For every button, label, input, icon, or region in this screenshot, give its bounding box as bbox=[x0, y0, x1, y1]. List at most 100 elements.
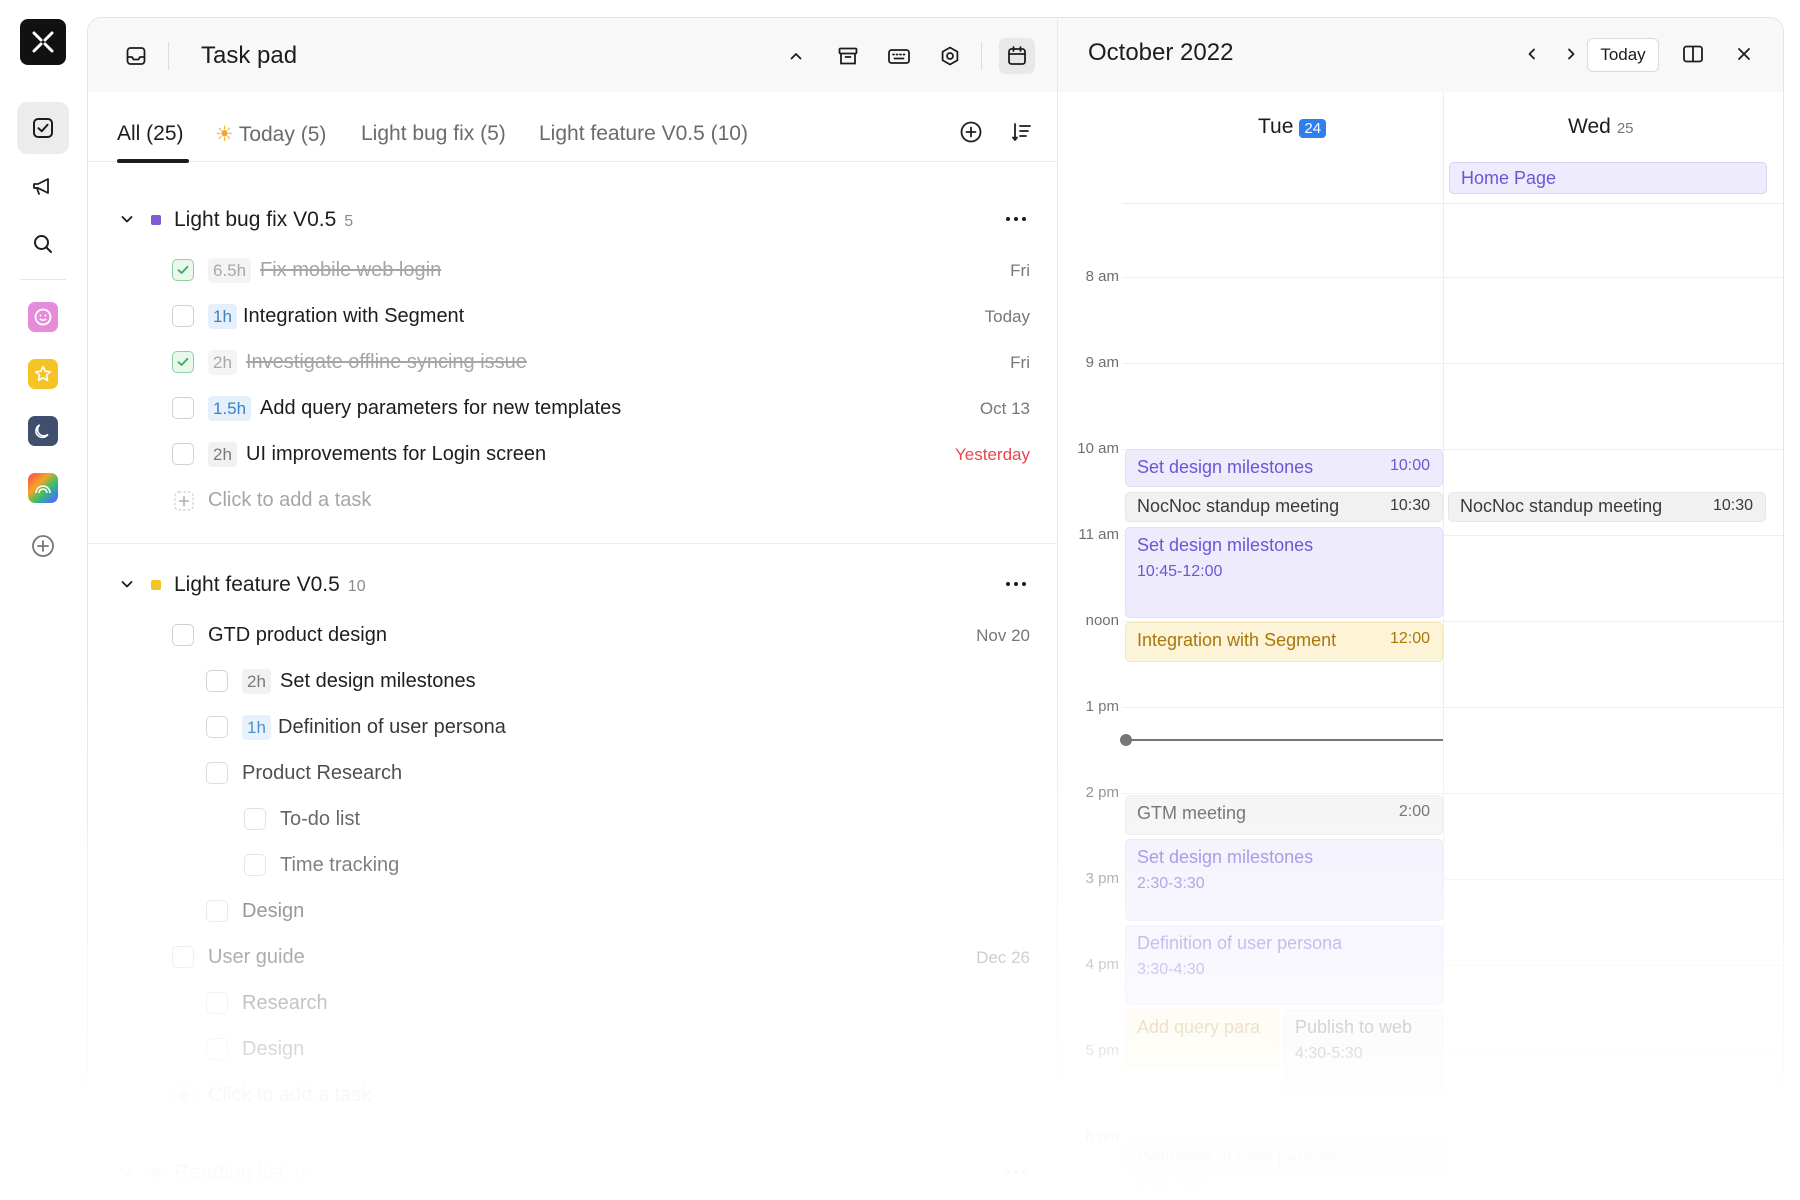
task-row[interactable]: 1.5h Add query parameters for new templa… bbox=[88, 388, 1057, 428]
keyboard-icon[interactable] bbox=[881, 38, 917, 74]
subtask-row[interactable]: 2h Set design milestones bbox=[88, 661, 1057, 701]
task-title[interactable]: Time tracking bbox=[280, 854, 399, 877]
task-title[interactable]: Product Research bbox=[242, 762, 402, 785]
task-row[interactable]: 2h UI improvements for Login screen Yest… bbox=[88, 434, 1057, 474]
task-title[interactable]: UI improvements for Login screen bbox=[246, 443, 546, 466]
task-title[interactable]: Set design milestones bbox=[280, 670, 476, 693]
task-checkbox[interactable] bbox=[206, 900, 228, 922]
task-checkbox[interactable] bbox=[172, 305, 194, 327]
inbox-icon[interactable] bbox=[118, 38, 154, 74]
tab-light-bug-fix[interactable]: Light bug fix (5) bbox=[361, 122, 506, 146]
chevron-down-icon[interactable] bbox=[118, 575, 136, 593]
subtask-row[interactable]: Research bbox=[88, 983, 1057, 1023]
task-checkbox[interactable] bbox=[206, 716, 228, 738]
calendar-event[interactable]: Definition of user persona 3:30-4:30 bbox=[1125, 925, 1443, 1005]
more-icon[interactable] bbox=[1001, 569, 1031, 599]
task-title[interactable]: Add query parameters for new templates bbox=[260, 397, 621, 420]
calendar-event[interactable]: Set design milestones 2:30-3:30 bbox=[1125, 839, 1443, 921]
day-label: Tue 24 bbox=[1258, 115, 1327, 139]
today-button[interactable]: Today bbox=[1587, 38, 1659, 72]
task-title[interactable]: Fix mobile web login bbox=[260, 259, 441, 282]
more-icon[interactable] bbox=[1001, 204, 1031, 234]
calendar-event[interactable]: Set design milestones 10:45-12:00 bbox=[1125, 527, 1443, 618]
task-checkbox[interactable] bbox=[206, 762, 228, 784]
task-title[interactable]: GTD product design bbox=[208, 624, 387, 647]
task-checkbox[interactable] bbox=[172, 259, 194, 281]
app-logo[interactable] bbox=[20, 19, 66, 65]
tab-all[interactable]: All (25) bbox=[117, 122, 184, 146]
rainbow-app-icon[interactable] bbox=[28, 473, 58, 503]
task-checkbox[interactable] bbox=[172, 351, 194, 373]
task-row[interactable]: User guide Dec 26 bbox=[88, 937, 1057, 977]
subtask-row[interactable]: Design bbox=[88, 891, 1057, 931]
task-row[interactable]: 2h Investigate offline syncing issue Fri bbox=[88, 342, 1057, 382]
archive-icon[interactable] bbox=[830, 38, 866, 74]
group-header-light-bug-fix[interactable]: Light bug fix V0.5 5 bbox=[88, 200, 1057, 240]
task-row[interactable]: 6.5h Fix mobile web login Fri bbox=[88, 250, 1057, 290]
task-checkbox[interactable] bbox=[172, 443, 194, 465]
add-task-row[interactable]: Click to add a task bbox=[88, 1075, 1057, 1115]
group-header-light-feature[interactable]: Light feature V0.5 10 bbox=[88, 565, 1057, 605]
tab-light-feature[interactable]: Light feature V0.5 (10) bbox=[539, 122, 748, 146]
sort-list-icon[interactable] bbox=[1006, 116, 1038, 148]
calendar-event[interactable]: Publish to web 4:30-5:30 bbox=[1283, 1009, 1443, 1095]
chevron-down-icon[interactable] bbox=[118, 210, 136, 228]
task-icon[interactable] bbox=[17, 102, 69, 154]
search-icon[interactable] bbox=[17, 218, 69, 270]
smiley-app-icon[interactable] bbox=[28, 302, 58, 332]
task-checkbox[interactable] bbox=[244, 808, 266, 830]
star-app-icon[interactable] bbox=[28, 359, 58, 389]
calendar-event[interactable]: Add query para bbox=[1125, 1009, 1279, 1069]
calendar-event[interactable]: Definition of user persona 6:00-7:00 bbox=[1125, 1140, 1443, 1200]
task-checkbox[interactable] bbox=[172, 397, 194, 419]
subtask-row[interactable]: Product Research bbox=[88, 753, 1057, 793]
more-icon[interactable] bbox=[1001, 1157, 1031, 1187]
chevron-down-icon[interactable] bbox=[118, 1163, 136, 1181]
split-view-icon[interactable] bbox=[1677, 38, 1709, 70]
hour-label: 10 am bbox=[1077, 440, 1119, 457]
chevron-left-icon[interactable] bbox=[1516, 38, 1548, 70]
subtask-row[interactable]: 1h Definition of user persona bbox=[88, 707, 1057, 747]
event-time: 2:00 bbox=[1398, 803, 1430, 820]
task-checkbox[interactable] bbox=[172, 624, 194, 646]
subtask-row[interactable]: Design bbox=[88, 1029, 1057, 1069]
chevron-right-icon[interactable] bbox=[1555, 38, 1587, 70]
chevron-up-icon[interactable] bbox=[778, 38, 814, 74]
calendar-event[interactable]: NocNoc standup meeting 10:30 bbox=[1125, 492, 1443, 522]
group-header-reading-list[interactable]: Reading list 10 bbox=[88, 1153, 1057, 1193]
all-day-event[interactable]: Home Page bbox=[1449, 162, 1767, 194]
add-task-row[interactable]: Click to add a task bbox=[88, 480, 1057, 520]
subtask-row[interactable]: To-do list bbox=[88, 799, 1057, 839]
task-checkbox[interactable] bbox=[206, 670, 228, 692]
settings-icon[interactable] bbox=[932, 38, 968, 74]
subtask-row[interactable]: Time tracking bbox=[88, 845, 1057, 885]
task-title[interactable]: Integration with Segment bbox=[243, 305, 464, 328]
add-task-placeholder[interactable]: Click to add a task bbox=[208, 489, 371, 512]
task-title[interactable]: Design bbox=[242, 900, 304, 923]
moon-app-icon[interactable] bbox=[28, 416, 58, 446]
task-row[interactable]: GTD product design Nov 20 bbox=[88, 615, 1057, 655]
calendar-event[interactable]: NocNoc standup meeting 10:30 bbox=[1448, 492, 1766, 522]
close-icon[interactable] bbox=[1728, 38, 1760, 70]
task-row[interactable]: 1h Integration with Segment Today bbox=[88, 296, 1057, 336]
add-circle-icon[interactable] bbox=[955, 116, 987, 148]
task-title[interactable]: Investigate offline syncing issue bbox=[246, 351, 527, 374]
task-title[interactable]: Definition of user persona bbox=[278, 716, 506, 739]
megaphone-icon[interactable] bbox=[17, 160, 69, 212]
task-checkbox[interactable] bbox=[206, 1038, 228, 1060]
calendar-toggle-icon[interactable] bbox=[999, 38, 1035, 74]
task-title[interactable]: User guide bbox=[208, 946, 305, 969]
task-checkbox[interactable] bbox=[244, 854, 266, 876]
plus-circle-icon[interactable] bbox=[17, 520, 69, 572]
task-title[interactable]: Research bbox=[242, 992, 328, 1015]
calendar-event[interactable]: Set design milestones 10:00 bbox=[1125, 449, 1443, 487]
task-title[interactable]: To-do list bbox=[280, 808, 360, 831]
add-task-placeholder[interactable]: Click to add a task bbox=[208, 1084, 371, 1107]
task-checkbox[interactable] bbox=[206, 992, 228, 1014]
hour-label: 8 am bbox=[1085, 268, 1119, 285]
calendar-event[interactable]: GTM meeting 2:00 bbox=[1125, 795, 1443, 835]
task-checkbox[interactable] bbox=[172, 946, 194, 968]
tab-today[interactable]: ☀ Today (5) bbox=[215, 122, 326, 147]
calendar-event[interactable]: Integration with Segment 12:00 bbox=[1125, 622, 1443, 662]
task-title[interactable]: Design bbox=[242, 1038, 304, 1061]
